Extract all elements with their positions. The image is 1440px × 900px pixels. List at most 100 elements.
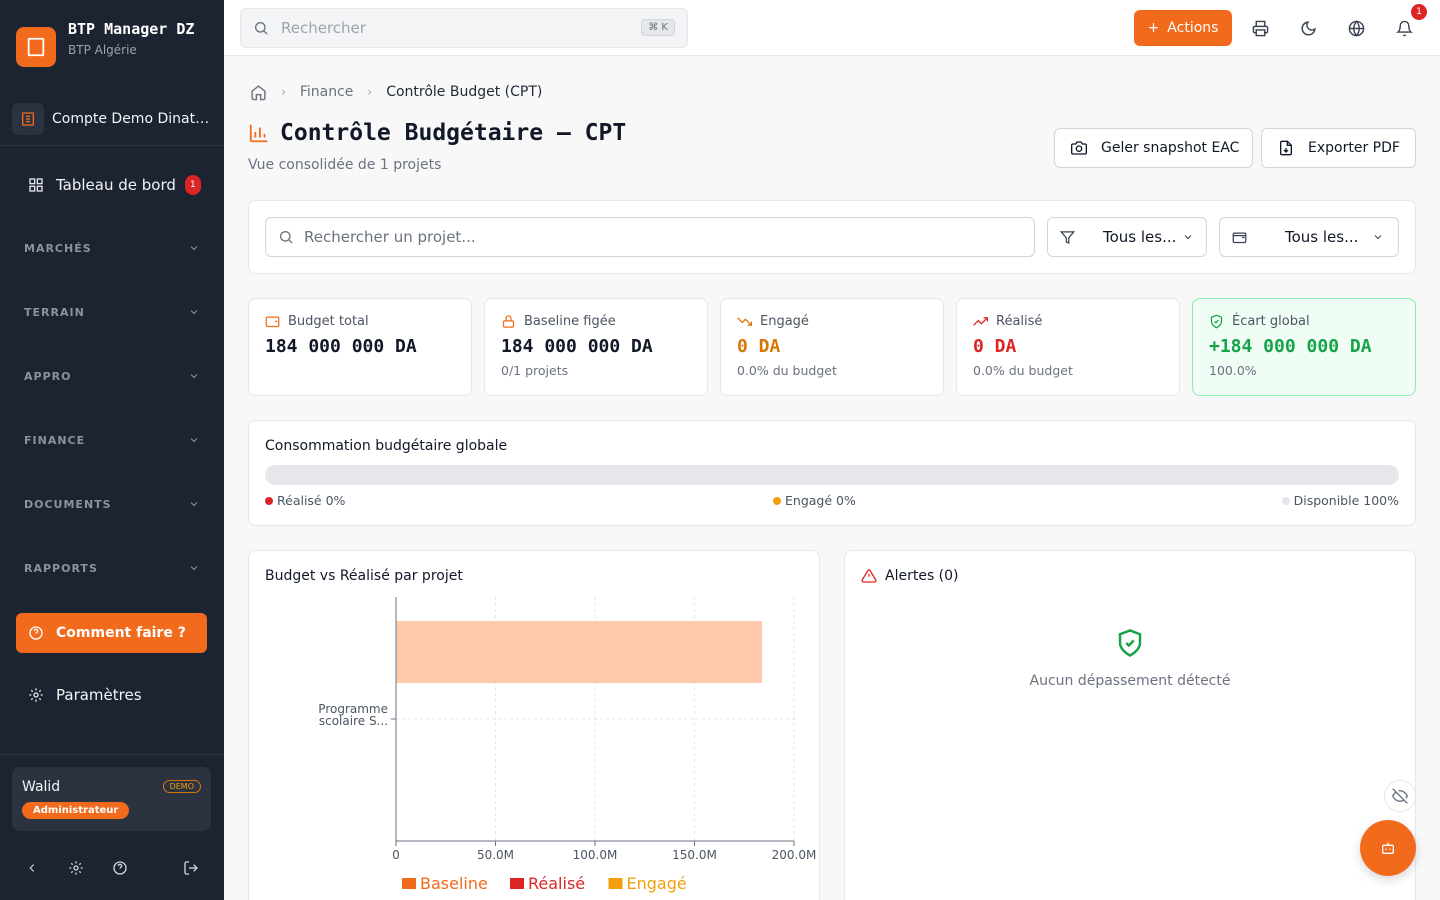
section-label: RAPPORTS bbox=[24, 561, 98, 575]
export-pdf-button[interactable]: Exporter PDF bbox=[1261, 128, 1416, 168]
sidebar-section-terrain[interactable]: TERRAIN bbox=[24, 302, 200, 322]
shield-check-icon bbox=[1118, 629, 1142, 657]
sidebar-item-label: Tableau de bord bbox=[56, 176, 176, 194]
logout-icon[interactable] bbox=[182, 859, 200, 877]
search-icon bbox=[280, 231, 293, 244]
topbar: Rechercher ⌘ K + Actions 1 bbox=[224, 0, 1440, 56]
home-icon[interactable] bbox=[250, 84, 267, 101]
account-switcher[interactable]: Compte Demo Dinatec Sarl bbox=[12, 103, 212, 135]
chevron-down-icon bbox=[190, 374, 198, 379]
dashboard-icon bbox=[29, 178, 43, 192]
section-label: DOCUMENTS bbox=[24, 497, 112, 511]
wallet-icon bbox=[1232, 232, 1247, 243]
collapse-chevron-icon[interactable] bbox=[23, 859, 41, 877]
section-label: APPRO bbox=[24, 369, 72, 383]
sidebar-item-settings[interactable]: Paramètres bbox=[28, 686, 142, 704]
eye-off-icon bbox=[1392, 788, 1408, 804]
project-search-input[interactable]: Rechercher un projet... bbox=[265, 217, 1035, 257]
x-tick-label: 150.0M bbox=[672, 848, 717, 862]
section-label: MARCHÉS bbox=[24, 241, 92, 255]
x-tick-label: 50.0M bbox=[477, 848, 514, 862]
global-search-input[interactable]: Rechercher ⌘ K bbox=[240, 8, 688, 48]
sidebar-section-rapports[interactable]: RAPPORTS bbox=[24, 558, 200, 578]
hide-widgets-button[interactable] bbox=[1384, 780, 1416, 812]
chevron-down-icon bbox=[1374, 235, 1382, 240]
actions-label: Actions bbox=[1167, 20, 1219, 36]
kpi-value: 0 DA bbox=[973, 336, 1017, 357]
chevron-down-icon bbox=[190, 246, 198, 251]
budget-chart-card: Budget vs Réalisé par projet Programme sc… bbox=[248, 550, 820, 900]
bell-icon[interactable] bbox=[1394, 18, 1414, 38]
x-tick-label: 200.0M bbox=[772, 848, 817, 862]
wallet-filter-value: Tous les... bbox=[1285, 228, 1359, 246]
settings-label: Paramètres bbox=[56, 686, 142, 704]
alerts-empty-state: Aucun dépassement détecté bbox=[845, 627, 1415, 689]
assistant-fab-button[interactable] bbox=[1360, 820, 1416, 876]
user-card[interactable]: Walid DEMO Administrateur bbox=[12, 767, 211, 831]
legend-label: Baseline bbox=[420, 874, 488, 893]
wallet-filter-select[interactable]: Tous les... bbox=[1219, 217, 1399, 257]
budget-vs-realise-chart: Programmescolaire S...0 50.0M 100.0M 150.0M… bbox=[318, 597, 817, 893]
consumption-card: Consommation budgétaire globale Réalisé … bbox=[248, 420, 1416, 526]
legend-engage: Engagé 0% bbox=[773, 493, 856, 508]
help-button[interactable]: Comment faire ? bbox=[16, 613, 207, 653]
wallet-icon bbox=[265, 316, 280, 328]
sidebar-section-marches[interactable]: MARCHÉS bbox=[24, 238, 200, 258]
shield-check-icon bbox=[1210, 314, 1223, 329]
kpi-value: 184 000 000 DA bbox=[265, 336, 417, 357]
brand[interactable]: BTP Manager DZ BTP Algérie bbox=[16, 18, 198, 67]
project-search-placeholder: Rechercher un projet... bbox=[304, 228, 476, 246]
kpi-sub: 0.0% du budget bbox=[973, 363, 1073, 378]
kpi-value: +184 000 000 DA bbox=[1209, 336, 1372, 357]
sidebar-item-dashboard[interactable]: Tableau de bord 1 bbox=[16, 165, 208, 205]
kpi-engage: Engagé 0 DA 0.0% du budget bbox=[720, 298, 944, 396]
chevron-down-icon bbox=[190, 310, 198, 315]
filter-icon bbox=[1060, 230, 1075, 244]
sidebar-section-finance[interactable]: FINANCE bbox=[24, 430, 200, 450]
moon-icon[interactable] bbox=[1298, 18, 1318, 38]
printer-icon[interactable] bbox=[1250, 18, 1270, 38]
kpi-label: Baseline figée bbox=[524, 314, 616, 329]
x-tick-label: 0 bbox=[392, 848, 400, 862]
search-icon bbox=[254, 22, 268, 35]
camera-icon bbox=[1071, 141, 1087, 155]
status-filter-value: Tous les... bbox=[1103, 228, 1177, 246]
sidebar-section-appro[interactable]: APPRO bbox=[24, 366, 200, 386]
x-tick-label: 100.0M bbox=[573, 848, 618, 862]
alerts-title: Alertes (0) bbox=[861, 568, 959, 584]
kpi-label: Réalisé bbox=[996, 314, 1043, 329]
breadcrumb-finance[interactable]: Finance bbox=[300, 84, 354, 100]
bar-chart-icon bbox=[249, 124, 268, 143]
sidebar: BTP Manager DZ BTP Algérie Compte Demo D… bbox=[0, 0, 224, 900]
kpi-ecart-global: Écart global +184 000 000 DA 100.0% bbox=[1192, 298, 1416, 396]
gear-icon bbox=[29, 688, 43, 702]
help-circle-icon bbox=[29, 626, 43, 640]
legend-swatch bbox=[510, 878, 524, 889]
section-label: FINANCE bbox=[24, 433, 86, 447]
consumption-progress-bar bbox=[265, 465, 1399, 485]
kpi-value: 184 000 000 DA bbox=[501, 336, 653, 357]
legend-swatch bbox=[608, 878, 623, 889]
legend-label: Réalisé bbox=[528, 874, 585, 893]
user-name: Walid bbox=[22, 779, 61, 795]
kpi-sub: 100.0% bbox=[1209, 363, 1257, 378]
kpi-sub: 0.0% du budget bbox=[737, 363, 837, 378]
chevron-right-icon: › bbox=[281, 85, 286, 99]
sidebar-section-documents[interactable]: DOCUMENTS bbox=[24, 494, 200, 514]
actions-button[interactable]: + Actions bbox=[1134, 10, 1232, 46]
section-label: TERRAIN bbox=[24, 305, 85, 319]
freeze-snapshot-button[interactable]: Geler snapshot EAC bbox=[1054, 128, 1253, 168]
alerts-empty-text: Aucun dépassement détecté bbox=[1029, 673, 1231, 689]
chevron-down-icon bbox=[190, 566, 198, 571]
shortcut-hint: ⌘ K bbox=[641, 19, 675, 36]
globe-icon[interactable] bbox=[1346, 18, 1366, 38]
status-filter-select[interactable]: Tous les... bbox=[1047, 217, 1207, 257]
page-header: Contrôle Budgétaire — CPT bbox=[248, 120, 626, 146]
export-label: Exporter PDF bbox=[1308, 140, 1400, 156]
lock-icon bbox=[502, 315, 515, 328]
gear-icon[interactable] bbox=[67, 859, 85, 877]
help-circle-icon[interactable] bbox=[111, 859, 129, 877]
kpi-label: Écart global bbox=[1232, 314, 1310, 329]
consumption-title: Consommation budgétaire globale bbox=[265, 438, 508, 454]
trending-down-icon bbox=[737, 317, 752, 326]
